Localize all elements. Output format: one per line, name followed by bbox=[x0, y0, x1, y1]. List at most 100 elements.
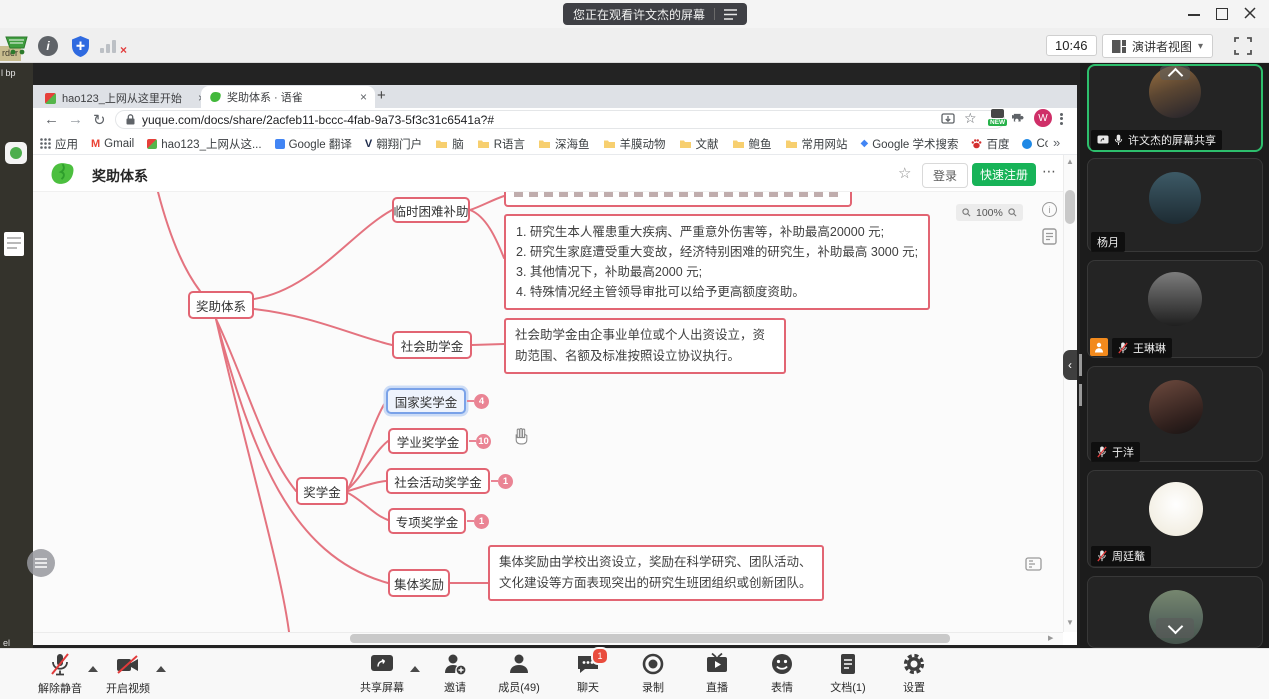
bookmark-folder[interactable]: 鲍鱼 bbox=[732, 136, 772, 152]
speaker-view-button[interactable]: 演讲者视图 ▾ bbox=[1102, 34, 1213, 58]
bookmark-gmail[interactable]: MGmail bbox=[91, 138, 134, 150]
zoom-in-icon[interactable] bbox=[1008, 208, 1017, 217]
doc-more-icon[interactable]: ⋯ bbox=[1042, 163, 1056, 180]
caret-up-icon[interactable] bbox=[156, 666, 166, 672]
bookmark-folder[interactable]: 脑 bbox=[435, 136, 464, 152]
back-icon[interactable]: ← bbox=[44, 111, 59, 128]
reload-icon[interactable]: ↻ bbox=[93, 111, 106, 129]
minimize-button[interactable] bbox=[1188, 14, 1200, 16]
outline-info-icon[interactable]: i bbox=[1042, 202, 1057, 217]
detail-temporary-aid[interactable]: 1. 研究生本人罹患重大疾病、严重意外伤害等，补助最高20000 元; 2. 研… bbox=[504, 214, 930, 310]
toc-toggle-tab[interactable]: ‹ bbox=[1063, 350, 1077, 380]
mic-on-icon bbox=[1114, 134, 1123, 146]
bookmark-folder[interactable]: R语言 bbox=[477, 136, 525, 152]
count-badge[interactable]: 10 bbox=[476, 434, 491, 449]
meeting-info-icon[interactable]: i bbox=[38, 36, 58, 56]
bookmark-translate[interactable]: Google 翻译 bbox=[275, 136, 352, 152]
url-text[interactable]: yuque.com/docs/share/2acfeb11-bccc-4fab-… bbox=[142, 113, 494, 127]
unmute-button[interactable]: 解除静音 bbox=[22, 652, 98, 696]
bookmark-baidu[interactable]: 百度 bbox=[971, 136, 1009, 152]
node-social-activity-scholarship[interactable]: 社会活动奖学金 bbox=[386, 468, 490, 494]
vertical-scrollbar[interactable] bbox=[1063, 155, 1077, 632]
detail-collective-award[interactable]: 集体奖励由学校出资设立，奖励在科学研究、团队活动、文化建设等方面表现突出的研究生… bbox=[488, 545, 824, 601]
participant-label: 周廷鼇 bbox=[1091, 546, 1151, 566]
button-label: 设置 bbox=[903, 679, 925, 695]
close-button[interactable] bbox=[1244, 7, 1256, 19]
horizontal-scroll-thumb[interactable] bbox=[350, 634, 950, 643]
node-special-scholarship[interactable]: 专项奖学金 bbox=[388, 508, 466, 534]
node-scholarship[interactable]: 奖学金 bbox=[296, 477, 348, 505]
bookmark-correlation[interactable]: Correlation matrix... bbox=[1022, 138, 1048, 150]
vertical-scroll-thumb[interactable] bbox=[1065, 190, 1075, 224]
emoji-button[interactable]: 表情 bbox=[744, 652, 820, 695]
bookmark-folder[interactable]: 深海鱼 bbox=[538, 136, 590, 152]
docs-button[interactable]: 文档(1) bbox=[810, 652, 886, 695]
bookmark-star-icon[interactable]: ☆ bbox=[964, 110, 977, 127]
count-badge[interactable]: 4 bbox=[474, 394, 489, 409]
sidebar-resize-handle[interactable] bbox=[1079, 354, 1082, 406]
settings-button[interactable]: 设置 bbox=[876, 652, 952, 695]
count-badge[interactable]: 1 bbox=[498, 474, 513, 489]
fab-menu-button[interactable] bbox=[27, 549, 55, 577]
chevron-down-button[interactable] bbox=[1156, 618, 1194, 638]
desktop-file-icon[interactable] bbox=[4, 232, 24, 256]
minimap-icon[interactable] bbox=[1025, 557, 1042, 571]
cart-desktop-icon[interactable] bbox=[3, 31, 31, 59]
new-tab-button[interactable]: + bbox=[377, 87, 386, 104]
scroll-down-arrow[interactable]: ▼ bbox=[1066, 618, 1074, 627]
start-video-button[interactable]: 开启视频 bbox=[90, 652, 166, 696]
layout-switch-icon[interactable] bbox=[724, 9, 737, 20]
node-national-scholarship-selected[interactable]: 国家奖学金 bbox=[386, 388, 466, 414]
login-label: 登录 bbox=[933, 167, 957, 184]
node-social-grant[interactable]: 社会助学金 bbox=[392, 331, 472, 359]
members-button[interactable]: 成员(49) bbox=[481, 652, 557, 695]
bookmark-apps[interactable]: 应用 bbox=[40, 136, 78, 152]
tab-yuque-active[interactable]: 奖助体系 · 语雀 × bbox=[201, 86, 375, 108]
forward-icon[interactable]: → bbox=[68, 111, 83, 128]
chevron-up-button[interactable] bbox=[1160, 66, 1190, 80]
extensions-puzzle-icon[interactable] bbox=[1012, 112, 1026, 126]
hamburger-icon bbox=[35, 558, 47, 568]
desktop-app-icon[interactable] bbox=[5, 142, 27, 164]
doc-star-icon[interactable]: ☆ bbox=[898, 164, 911, 182]
bookmark-label: R语言 bbox=[494, 136, 525, 152]
extension-new-icon[interactable]: NEW bbox=[988, 109, 1007, 126]
share-screen-button[interactable]: 共享屏幕 bbox=[344, 652, 420, 695]
bookmark-hao123[interactable]: hao123_上网从这... bbox=[147, 136, 261, 152]
fullscreen-icon[interactable] bbox=[1234, 37, 1252, 55]
bookmark-folder[interactable]: 文献 bbox=[679, 136, 719, 152]
zoom-out-icon[interactable] bbox=[962, 208, 971, 217]
scroll-right-arrow[interactable]: ▶ bbox=[1048, 634, 1053, 642]
count-badge[interactable]: 1 bbox=[474, 514, 489, 529]
hand-cursor-icon bbox=[514, 428, 529, 445]
zoom-control[interactable]: 100% bbox=[956, 204, 1023, 221]
tab-close-icon[interactable]: × bbox=[360, 90, 367, 104]
security-shield-icon[interactable] bbox=[70, 35, 91, 58]
bookmark-label: Gmail bbox=[104, 138, 134, 150]
mindmap-root-node[interactable]: 奖助体系 bbox=[188, 291, 254, 319]
maximize-button[interactable] bbox=[1216, 8, 1228, 20]
bookmarks-overflow-chevron[interactable]: » bbox=[1053, 135, 1060, 150]
node-label: 临时困难补助 bbox=[394, 201, 469, 220]
detail-social-grant[interactable]: 社会助学金由企事业单位或个人出资设立，资助范围、名额及标准按照设立协议执行。 bbox=[504, 318, 786, 374]
bookmark-scholar[interactable]: ◆Google 学术搜索 bbox=[861, 136, 959, 152]
node-temporary-aid[interactable]: 临时困难补助 bbox=[392, 197, 470, 223]
register-button[interactable]: 快速注册 bbox=[972, 163, 1036, 186]
scroll-up-arrow[interactable]: ▲ bbox=[1066, 157, 1074, 166]
bookmark-folder[interactable]: 常用网站 bbox=[785, 136, 848, 152]
network-error-icon[interactable]: × bbox=[100, 38, 124, 54]
install-icon[interactable] bbox=[941, 112, 955, 126]
meeting-window: rder l bp el 您正在观看许文杰的屏幕 i × 10:46 演讲者视图 bbox=[0, 0, 1269, 699]
login-button[interactable]: 登录 bbox=[922, 163, 968, 188]
bookmark-portal[interactable]: V翱翔门户 bbox=[365, 136, 422, 152]
omnibox[interactable]: yuque.com/docs/share/2acfeb11-bccc-4fab-… bbox=[115, 110, 1005, 129]
bookmark-folder[interactable]: 羊膜动物 bbox=[603, 136, 666, 152]
menu-dots-icon[interactable] bbox=[1060, 111, 1063, 126]
node-collective-award[interactable]: 集体奖励 bbox=[388, 569, 450, 597]
yuque-logo[interactable] bbox=[48, 161, 75, 186]
node-academic-scholarship[interactable]: 学业奖学金 bbox=[388, 428, 468, 454]
profile-letter: W bbox=[1038, 113, 1047, 124]
revision-icon[interactable] bbox=[1042, 228, 1057, 245]
tab-hao123[interactable]: hao123_上网从这里开始 × bbox=[37, 88, 213, 108]
profile-avatar[interactable]: W bbox=[1034, 109, 1052, 127]
